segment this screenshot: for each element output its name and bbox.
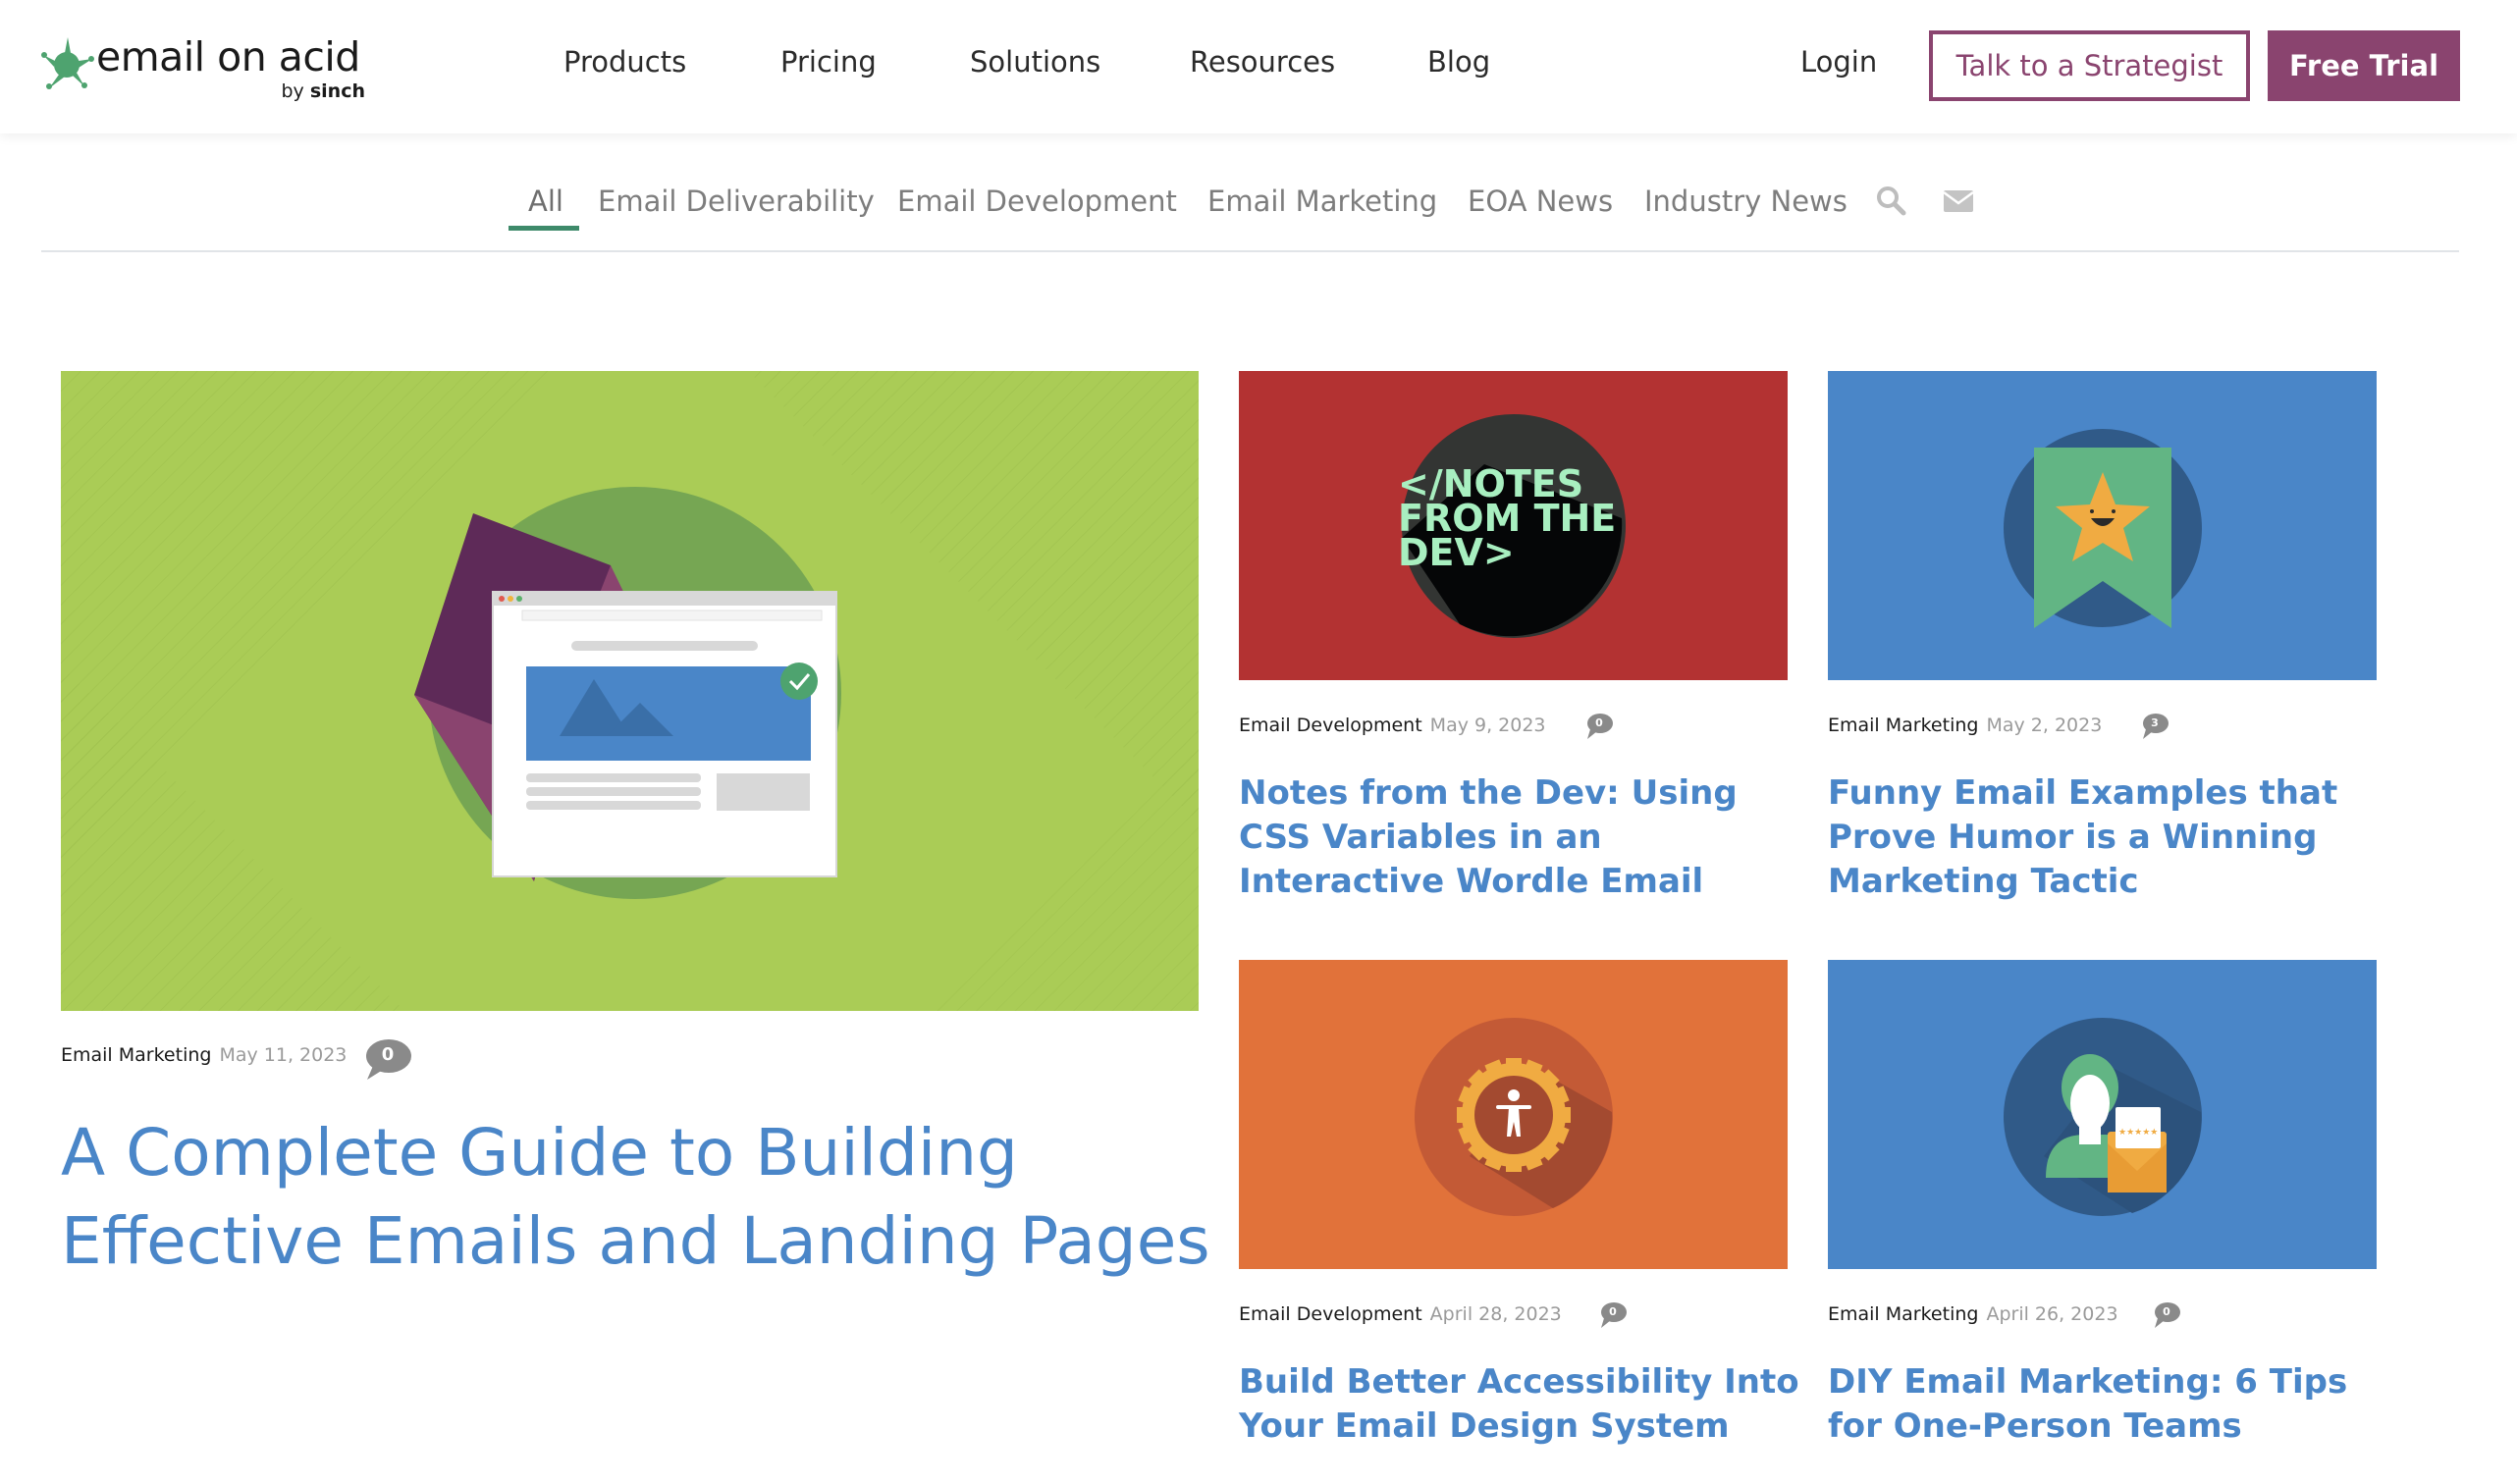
article-title[interactable]: Build Better Accessibility Into Your Ema…: [1239, 1360, 1808, 1449]
filter-all[interactable]: All: [528, 185, 563, 218]
featured-category[interactable]: Email Marketing: [61, 1044, 211, 1066]
article-meta: Email Marketing May 2, 2023: [1828, 715, 2102, 736]
filter-divider: [41, 250, 2459, 252]
active-filter-indicator: [509, 226, 579, 231]
filter-email-development[interactable]: Email Development: [897, 185, 1177, 218]
article-category[interactable]: Email Development: [1239, 1303, 1422, 1325]
laughing-star-ribbon-illustration: [1828, 371, 2377, 680]
article-date: May 2, 2023: [1986, 715, 2103, 736]
byline-brand: sinch: [309, 80, 365, 102]
comment-count-badge[interactable]: 3: [2140, 713, 2169, 740]
comment-count-badge[interactable]: 0: [363, 1038, 412, 1082]
article-image[interactable]: [1828, 371, 2377, 680]
browser-window-envelope-illustration: [61, 371, 1199, 1011]
site-header: email on acid by sinch Products Pricing …: [0, 0, 2517, 133]
article-title[interactable]: Funny Email Examples that Prove Humor is…: [1828, 771, 2397, 904]
article-category[interactable]: Email Marketing: [1828, 715, 1978, 736]
five-stars: ★★★★★: [2118, 1128, 2158, 1138]
notes-from-the-dev-illustration: </NOTES FROM THE DEV>: [1239, 371, 1788, 680]
accessibility-gear-illustration: [1239, 960, 1788, 1269]
filter-email-deliverability[interactable]: Email Deliverability: [598, 185, 875, 218]
article-image[interactable]: [1239, 960, 1788, 1269]
nav-solutions[interactable]: Solutions: [970, 45, 1100, 79]
acid-splat-icon: [41, 37, 94, 89]
nav-products[interactable]: Products: [563, 45, 686, 79]
search-icon[interactable]: [1875, 185, 1908, 218]
nav-resources[interactable]: Resources: [1190, 45, 1335, 79]
logo[interactable]: email on acid by sinch: [41, 33, 365, 108]
nav-blog[interactable]: Blog: [1427, 45, 1490, 79]
image-text-line-3: DEV>: [1398, 531, 1515, 574]
featured-title[interactable]: A Complete Guide to Building Effective E…: [61, 1109, 1219, 1286]
featured-date: May 11, 2023: [219, 1044, 348, 1066]
envelope-icon[interactable]: [1942, 185, 1975, 218]
article-date: April 28, 2023: [1429, 1303, 1562, 1325]
featured-image[interactable]: [61, 371, 1199, 1011]
article-date: May 9, 2023: [1429, 715, 1546, 736]
article-title[interactable]: Notes from the Dev: Using CSS Variables …: [1239, 771, 1808, 904]
person-with-rated-email-illustration: ★★★★★: [1828, 960, 2377, 1269]
article-meta: Email Development May 9, 2023: [1239, 715, 1546, 736]
comment-count: 0: [1595, 716, 1603, 729]
comment-count: 0: [2163, 1305, 2170, 1318]
login-link[interactable]: Login: [1800, 45, 1877, 79]
logo-wordmark: email on acid: [96, 33, 360, 80]
filter-eoa-news[interactable]: EOA News: [1468, 185, 1613, 218]
talk-to-strategist-button[interactable]: Talk to a Strategist: [1929, 30, 2250, 101]
comment-count-badge[interactable]: 0: [2152, 1301, 2181, 1329]
comment-count: 0: [381, 1044, 395, 1065]
comment-count: 0: [1609, 1305, 1617, 1318]
article-category[interactable]: Email Development: [1239, 715, 1422, 736]
comment-count-badge[interactable]: 0: [1584, 713, 1614, 740]
byline-prefix: by: [281, 80, 304, 102]
article-image[interactable]: </NOTES FROM THE DEV>: [1239, 371, 1788, 680]
article-title[interactable]: DIY Email Marketing: 6 Tips for One-Pers…: [1828, 1360, 2397, 1449]
article-meta: Email Marketing April 26, 2023: [1828, 1303, 2118, 1325]
article-meta: Email Development April 28, 2023: [1239, 1303, 1562, 1325]
free-trial-button[interactable]: Free Trial: [2268, 30, 2460, 101]
comment-count-badge[interactable]: 0: [1598, 1301, 1628, 1329]
featured-meta: Email Marketing May 11, 2023: [61, 1044, 347, 1066]
article-image[interactable]: ★★★★★: [1828, 960, 2377, 1269]
filter-email-marketing[interactable]: Email Marketing: [1207, 185, 1437, 218]
nav-pricing[interactable]: Pricing: [780, 45, 877, 79]
comment-count: 3: [2151, 716, 2159, 729]
article-category[interactable]: Email Marketing: [1828, 1303, 1978, 1325]
article-date: April 26, 2023: [1986, 1303, 2118, 1325]
filter-industry-news[interactable]: Industry News: [1644, 185, 1848, 218]
logo-byline: by sinch: [282, 80, 366, 102]
